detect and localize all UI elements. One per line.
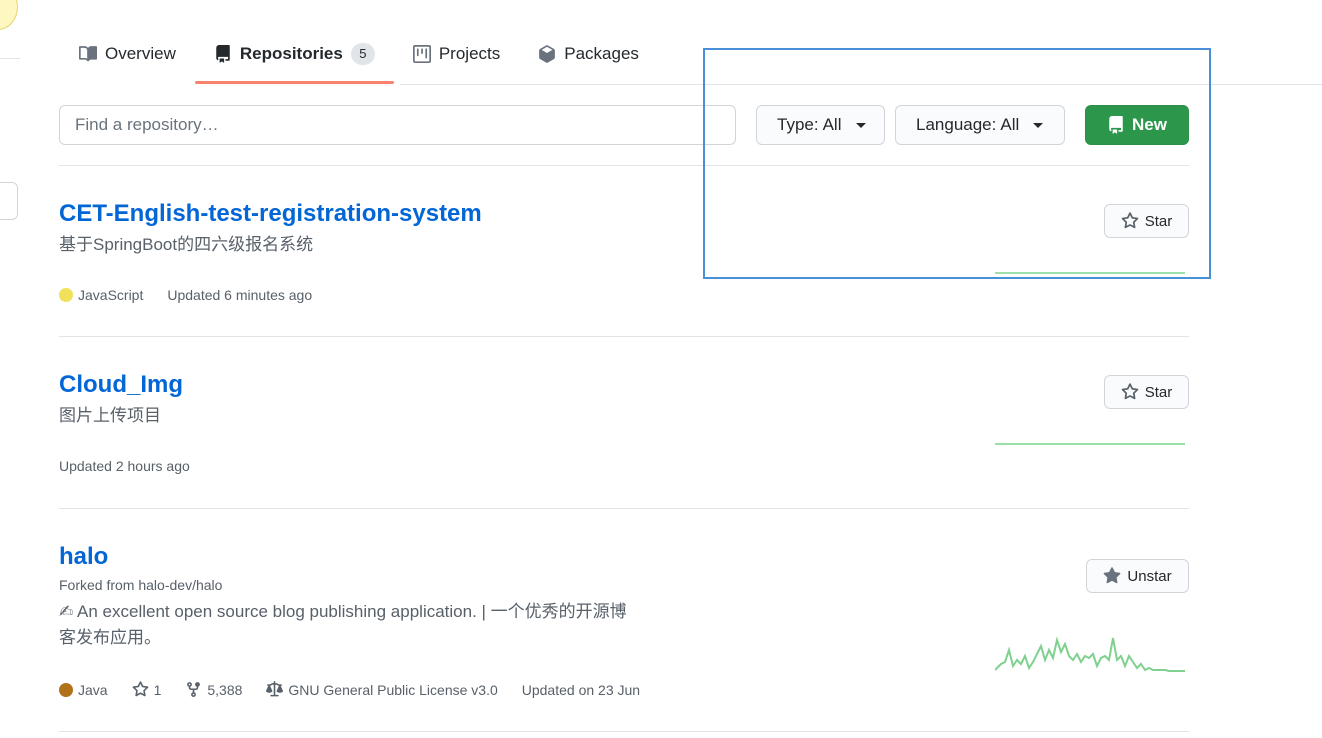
- type-filter-value: All: [822, 115, 842, 134]
- repo-name-link[interactable]: Cloud_Img: [59, 371, 183, 399]
- repo-name-link[interactable]: CET-English-test-registration-system: [59, 200, 482, 228]
- language-filter-dropdown[interactable]: Language: All: [895, 105, 1065, 145]
- tab-projects[interactable]: Projects: [394, 30, 519, 78]
- forks-link[interactable]: 5,388: [185, 681, 242, 698]
- unstar-button[interactable]: Unstar: [1086, 559, 1189, 593]
- divider: [59, 508, 1189, 509]
- project-icon: [412, 45, 431, 63]
- repo-count-badge: 5: [350, 43, 375, 65]
- new-repo-button[interactable]: New: [1085, 105, 1189, 145]
- activity-sparkline: [995, 272, 1185, 274]
- star-outline-icon: [1121, 212, 1139, 229]
- fork-count: 5,388: [207, 681, 243, 698]
- repo-search-input[interactable]: [59, 105, 736, 145]
- star-filled-icon: [1104, 567, 1121, 584]
- repo-name-link[interactable]: halo: [59, 543, 108, 571]
- description-line: 客发布应用。: [59, 628, 161, 647]
- divider: [59, 336, 1189, 337]
- divider: [0, 58, 20, 59]
- star-count: 1: [153, 681, 162, 698]
- repo-description: 基于SpringBoot的四六级报名系统: [59, 235, 314, 254]
- repo-icon: [216, 45, 230, 63]
- fork-icon: [187, 682, 201, 697]
- tab-packages[interactable]: Packages: [519, 30, 658, 78]
- forked-prefix: Forked from: [59, 577, 139, 593]
- package-icon: [539, 45, 556, 63]
- repo-license: GNU General Public License v3.0: [266, 681, 498, 698]
- tab-label: Packages: [564, 44, 639, 63]
- activity-sparkline: [995, 443, 1185, 445]
- law-icon: [266, 681, 284, 697]
- profile-nav: Overview Repositories 5 Projects Package…: [60, 30, 658, 84]
- forked-from: Forked from halo-dev/halo: [59, 577, 1189, 593]
- divider: [59, 731, 1189, 732]
- language-filter-value: All: [1000, 115, 1020, 134]
- divider: [59, 165, 1189, 166]
- stargazers-link[interactable]: 1: [132, 681, 162, 698]
- type-filter-dropdown[interactable]: Type: All: [756, 105, 885, 145]
- star-button[interactable]: Star: [1104, 375, 1189, 409]
- star-label: Star: [1144, 383, 1173, 401]
- repo-description: ✍ An excellent open source blog publishi…: [59, 599, 679, 651]
- tab-repositories[interactable]: Repositories 5: [194, 30, 394, 84]
- caret-down-icon: [1033, 122, 1044, 128]
- book-icon: [79, 46, 97, 62]
- star-button[interactable]: Star: [1104, 204, 1189, 238]
- repo-meta: Java 1 5,388 GNU General Public License …: [59, 681, 664, 698]
- star-label: Star: [1144, 212, 1173, 230]
- repo-meta: Updated 2 hours ago: [59, 458, 214, 474]
- language-name: Java: [78, 681, 108, 698]
- forked-from-link[interactable]: halo-dev/halo: [138, 577, 222, 593]
- repo-meta: JavaScript Updated 6 minutes ago: [59, 287, 336, 303]
- repo-language: Java: [59, 682, 108, 698]
- language-filter-label: Language:: [916, 115, 997, 134]
- language-color-dot: [59, 682, 73, 697]
- repo-updated: Updated on 23 Jun: [521, 681, 641, 698]
- repo-icon: [1109, 116, 1123, 134]
- tab-label: Overview: [105, 44, 176, 63]
- description-line: ✍ An excellent open source blog publishi…: [59, 602, 627, 621]
- star-outline-icon: [1121, 383, 1139, 400]
- repo-filter-bar: Type: All Language: All New: [59, 105, 1189, 145]
- new-button-label: New: [1132, 115, 1167, 134]
- unstar-label: Unstar: [1127, 567, 1172, 585]
- side-panel-button[interactable]: [0, 182, 18, 220]
- language-name: JavaScript: [78, 287, 144, 303]
- caret-down-icon: [855, 122, 866, 128]
- list-item: CET-English-test-registration-system 基于S…: [59, 200, 1189, 320]
- tab-overview[interactable]: Overview: [60, 30, 195, 78]
- tab-label: Repositories: [239, 44, 343, 63]
- nav-border: [400, 84, 1322, 85]
- repo-language: JavaScript: [59, 287, 143, 303]
- license-name: GNU General Public License v3.0: [288, 681, 498, 698]
- avatar[interactable]: [0, 0, 18, 30]
- repo-updated: Updated 2 hours ago: [59, 458, 190, 474]
- repo-description: 图片上传项目: [59, 406, 161, 425]
- activity-sparkline: [995, 636, 1185, 672]
- language-color-dot: [59, 288, 73, 302]
- type-filter-label: Type:: [777, 115, 819, 134]
- star-outline-icon: [132, 681, 148, 697]
- tab-label: Projects: [438, 44, 501, 63]
- list-item: Cloud_Img 图片上传项目 Updated 2 hours ago: [59, 371, 1189, 491]
- repo-updated: Updated 6 minutes ago: [167, 287, 313, 303]
